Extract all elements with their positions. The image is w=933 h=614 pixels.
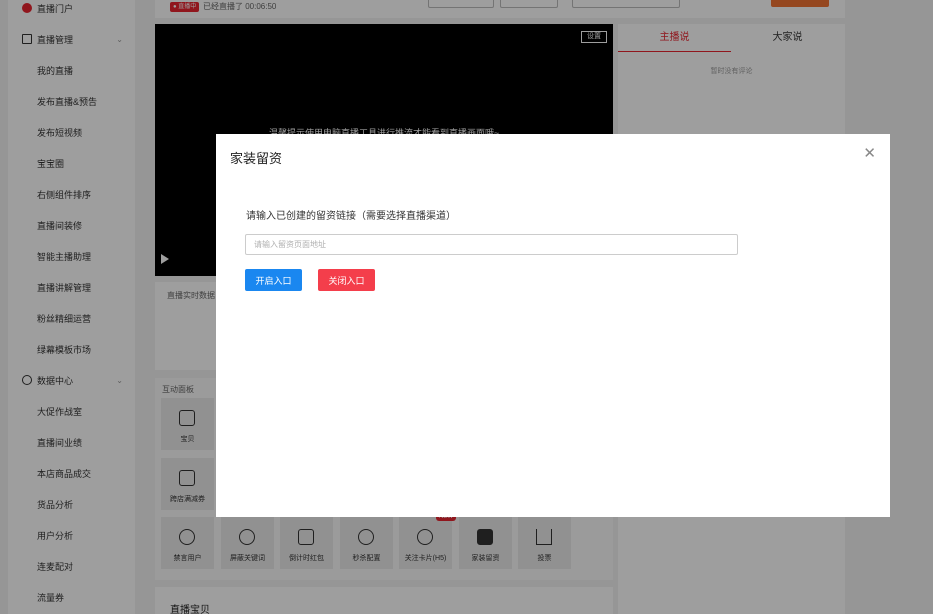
- link-field-label: 请输入已创建的留资链接（需要选择直播渠道）: [246, 211, 456, 222]
- open-entry-button[interactable]: 开启入口: [245, 269, 302, 291]
- dialog-title: 家装留资: [230, 151, 283, 166]
- close-entry-button[interactable]: 关闭入口: [318, 269, 375, 291]
- home-lead-dialog: 家装留资 ✕ 请输入已创建的留资链接（需要选择直播渠道） 开启入口 关闭入口: [216, 134, 890, 517]
- lead-url-input[interactable]: [245, 234, 738, 255]
- close-icon[interactable]: ✕: [863, 146, 876, 161]
